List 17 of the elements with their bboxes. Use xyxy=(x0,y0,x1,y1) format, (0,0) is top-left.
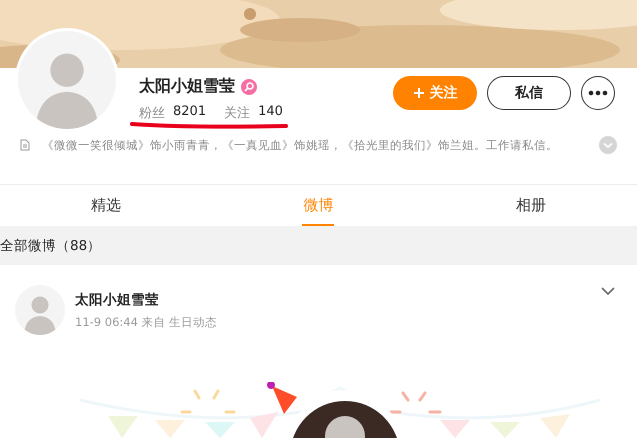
bio-text: 《微微一笑很倾城》饰小雨青青，《一真见血》饰姚瑶，《拾光里的我们》饰兰姐。工作请私信。 xyxy=(42,138,558,152)
message-button[interactable]: 私信 xyxy=(487,76,571,110)
post-meta: 11-9 06:44 来自 生日动态 xyxy=(75,314,218,330)
more-button[interactable] xyxy=(581,76,615,110)
more-icon xyxy=(588,90,608,96)
expand-icon[interactable] xyxy=(599,136,617,154)
document-icon xyxy=(20,139,30,151)
stat-label: 关注 xyxy=(224,105,250,122)
stat-value[interactable]: 140 xyxy=(258,104,283,122)
post-author[interactable]: 太阳小姐雪莹 xyxy=(75,290,218,308)
stat-value[interactable]: 8201 xyxy=(173,104,206,122)
feed-header: 全部微博（88） xyxy=(0,236,102,254)
chevron-down-icon[interactable] xyxy=(601,287,615,295)
avatar[interactable] xyxy=(15,285,65,335)
stat-label: 粉丝 xyxy=(139,105,165,122)
user-name: 太阳小姐雪莹 xyxy=(139,76,235,97)
plus-icon xyxy=(412,87,424,99)
